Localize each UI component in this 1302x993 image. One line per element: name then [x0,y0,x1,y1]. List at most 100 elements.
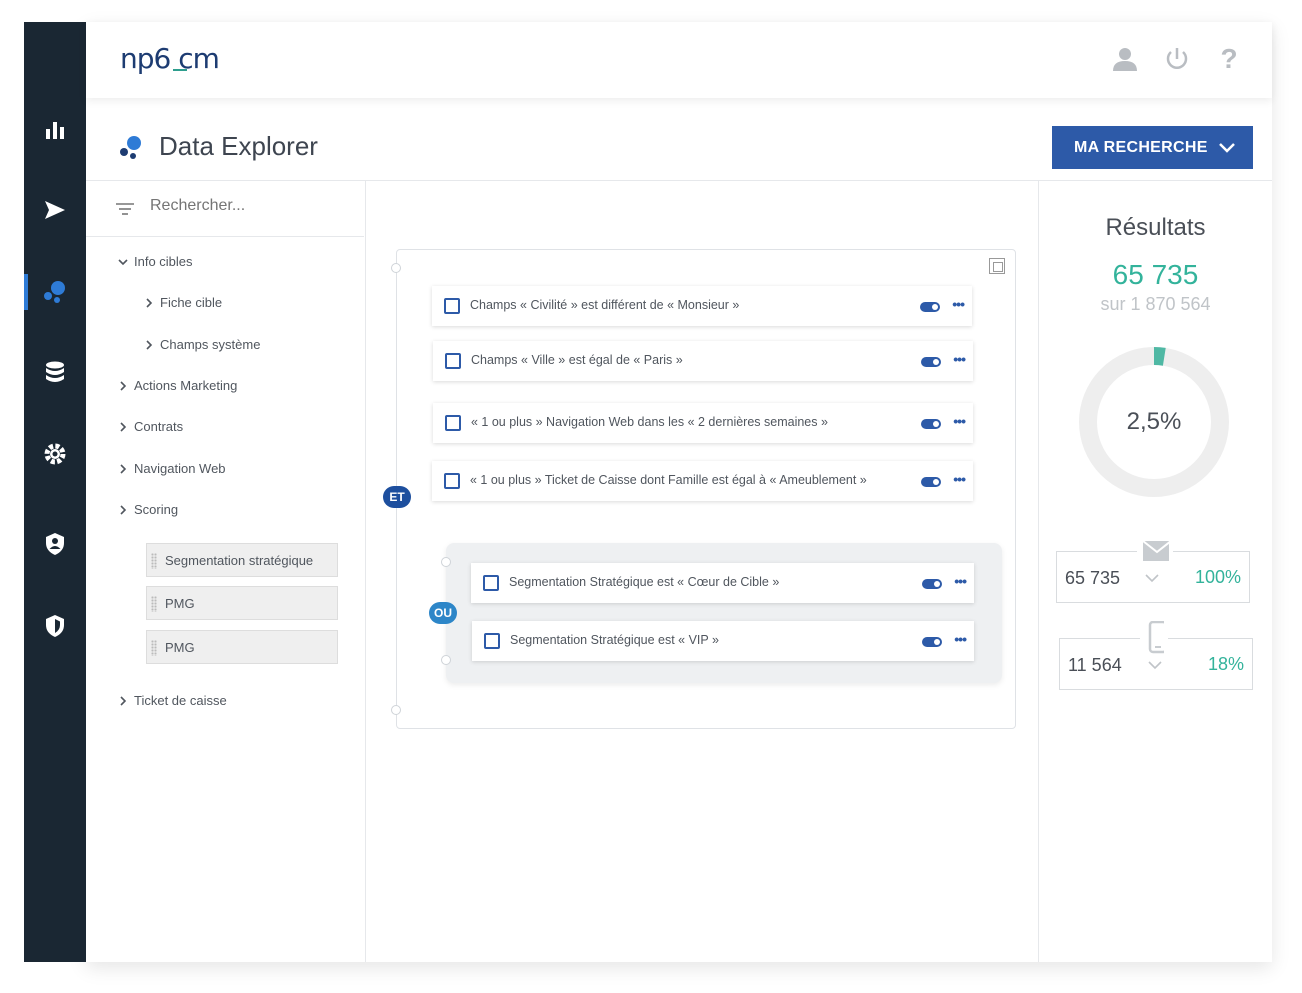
tree-node-actions-marketing[interactable]: Actions Marketing [118,378,237,393]
condition-toggle[interactable] [920,302,940,312]
page-header: Data Explorer MA RECHERCHE [86,98,1272,181]
condition-row[interactable]: Segmentation Stratégique est « Cœur de C… [471,563,974,603]
condition-row[interactable]: Segmentation Stratégique est « VIP » ••• [472,621,974,661]
tree-node-ticket-de-caisse[interactable]: Ticket de caisse [118,693,227,708]
tree-node-fiche-cible[interactable]: Fiche cible [144,295,222,310]
criteria-tree: Info cibles Fiche cible Champs système A… [86,181,366,962]
nav-campaigns[interactable] [24,188,86,232]
nav-settings[interactable] [24,432,86,476]
chevron-right-icon [120,463,127,474]
more-options-icon[interactable]: ••• [954,573,967,589]
data-explorer-title-icon [120,136,141,159]
chevron-down-icon[interactable] [1148,660,1162,670]
condition-checkbox[interactable] [445,353,461,369]
condition-checkbox[interactable] [445,415,461,431]
chip-label: PMG [165,595,195,611]
condition-label: Segmentation Stratégique est « Cœur de C… [509,575,780,589]
condition-row[interactable]: « 1 ou plus » Ticket de Caisse dont Fami… [432,461,973,501]
tree-node-champs-systeme[interactable]: Champs système [144,337,260,352]
condition-toggle[interactable] [922,637,942,647]
tree-search [86,181,364,237]
filter-icon[interactable] [116,202,134,216]
condition-toggle[interactable] [922,579,942,589]
tree-node-info-cibles[interactable]: Info cibles [118,254,193,269]
tree-node-label: Fiche cible [160,295,223,310]
condition-row[interactable]: « 1 ou plus » Navigation Web dans les « … [433,403,973,443]
page-title: Data Explorer [159,131,318,161]
drag-handle-icon[interactable] [151,596,157,612]
draggable-criterion-chip[interactable]: PMG [146,630,338,664]
logo: np6 cm [120,42,220,75]
donut-percent-label: 2,5% [1127,408,1182,435]
tree-node-contrats[interactable]: Contrats [118,419,183,434]
logo-underline [173,69,187,71]
condition-checkbox[interactable] [444,473,460,489]
power-icon [1166,48,1188,69]
shield-user-icon [46,533,64,555]
results-donut: 2,5% [1079,347,1229,497]
results-count: 65 735 [1112,259,1199,290]
tree-node-navigation-web[interactable]: Navigation Web [118,461,226,476]
chevron-right-icon [146,339,153,350]
chevron-right-icon [120,504,127,515]
chevron-down-icon[interactable] [1145,573,1159,583]
query-canvas: ET Champs « Civilité » est différent de … [366,181,1039,962]
send-icon [45,201,65,219]
more-options-icon[interactable]: ••• [953,351,966,367]
results-total: sur 1 870 564 [1100,294,1211,314]
condition-label: Champs « Ville » est égal de « Paris » [471,353,683,367]
nav-analytics[interactable] [24,108,86,152]
mobile-reach-stat: 11 564 18% [1059,621,1253,690]
search-input[interactable] [150,197,330,215]
data-explorer-icon [44,281,65,303]
results-panel: Résultats 65 735 sur 1 870 564 2,5% 65 7… [1039,181,1272,962]
connector-dot [391,263,401,273]
results-title: Résultats [1105,214,1206,241]
tree-node-label: Info cibles [134,254,193,269]
shield-icon [46,615,64,637]
draggable-criterion-chip[interactable]: PMG [146,586,338,620]
more-options-icon[interactable]: ••• [952,296,965,312]
chip-label: PMG [165,639,195,655]
envelope-icon [1137,538,1173,564]
nav-database[interactable] [24,350,86,394]
drag-handle-icon[interactable] [151,640,157,656]
connector-dot [441,557,451,567]
help-button[interactable]: ? [1214,43,1244,74]
and-operator-badge[interactable]: ET [383,486,411,508]
chevron-down-icon [1219,143,1235,153]
condition-checkbox[interactable] [484,633,500,649]
mobile-count: 11 564 [1068,655,1122,675]
chevron-right-icon [146,297,153,308]
chip-label: Segmentation stratégique [165,552,314,568]
drag-handle-icon[interactable] [151,553,157,569]
my-search-dropdown-button[interactable]: MA RECHERCHE [1052,126,1253,169]
condition-checkbox[interactable] [483,575,499,591]
my-search-label: MA RECHERCHE [1074,138,1208,156]
more-options-icon[interactable]: ••• [953,471,966,487]
logout-button[interactable] [1162,44,1192,74]
condition-label: Champs « Civilité » est différent de « M… [470,298,740,312]
condition-toggle[interactable] [921,419,941,429]
more-options-icon[interactable]: ••• [953,413,966,429]
tree-node-scoring[interactable]: Scoring [118,502,178,517]
user-icon [1113,48,1137,71]
condition-label: « 1 ou plus » Ticket de Caisse dont Fami… [470,473,867,487]
tree-node-label: Navigation Web [134,461,226,476]
user-button[interactable] [1110,44,1140,74]
focus-icon[interactable] [989,258,1005,274]
condition-row[interactable]: Champs « Ville » est égal de « Paris » •… [433,341,973,381]
chevron-right-icon [120,421,127,432]
condition-label: « 1 ou plus » Navigation Web dans les « … [471,415,828,429]
condition-checkbox[interactable] [444,298,460,314]
draggable-criterion-chip[interactable]: Segmentation stratégique [146,543,338,577]
condition-toggle[interactable] [921,357,941,367]
more-options-icon[interactable]: ••• [954,631,967,647]
condition-toggle[interactable] [921,477,941,487]
condition-row[interactable]: Champs « Civilité » est différent de « M… [432,286,972,326]
nav-user-security[interactable] [24,522,86,566]
or-operator-badge[interactable]: OU [429,602,457,624]
nav-data-explorer[interactable] [24,270,86,314]
nav-privacy[interactable] [24,604,86,648]
condition-label: Segmentation Stratégique est « VIP » [510,633,719,647]
